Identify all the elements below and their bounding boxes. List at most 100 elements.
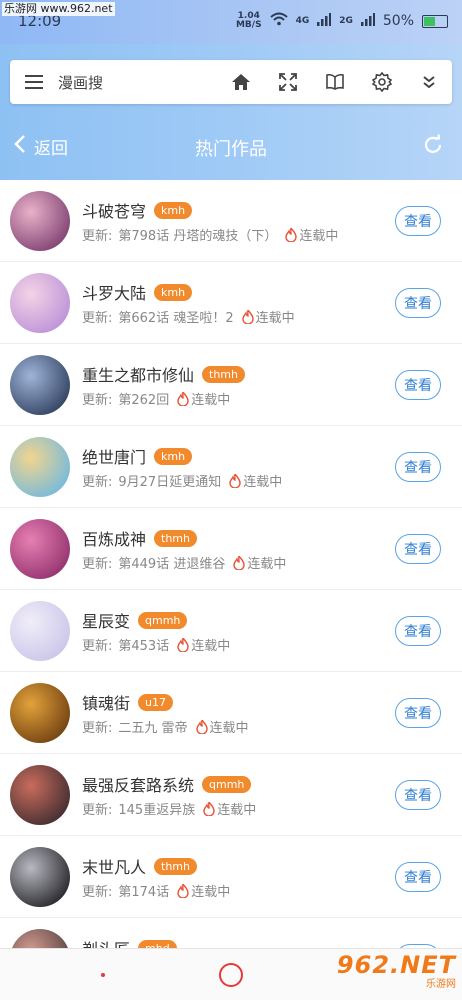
update-label: 更新: xyxy=(82,393,113,408)
view-button[interactable]: 查看 xyxy=(395,452,441,482)
flame-icon xyxy=(203,801,215,816)
update-text: 第453话 xyxy=(118,639,170,654)
title-row: 最强反套路系统 qmmh xyxy=(82,772,252,796)
list-item[interactable]: 末世凡人 thmh 更新: 第174话 连载中 查看 xyxy=(0,836,462,918)
comic-list: 斗破苍穹 kmh 更新: 第798话 丹塔的魂技（下） 连载中 查看 斗罗大陆 kmh 更新: 第… xyxy=(0,180,462,948)
logo-watermark-sub: 乐游网 xyxy=(426,979,456,990)
update-row: 更新: 第262回 连载中 xyxy=(82,389,230,408)
update-text: 二五九 雷帝 xyxy=(118,721,188,736)
cover-avatar[interactable] xyxy=(10,273,70,333)
comic-title[interactable]: 最强反套路系统 xyxy=(82,772,194,796)
update-row: 更新: 第453话 连载中 xyxy=(82,635,230,654)
view-button[interactable]: 查看 xyxy=(395,534,441,564)
cover-avatar[interactable] xyxy=(10,355,70,415)
title-row: 斗破苍穹 kmh xyxy=(82,198,193,222)
list-item[interactable]: 斗破苍穹 kmh 更新: 第798话 丹塔的魂技（下） 连载中 查看 xyxy=(0,180,462,262)
cover-avatar[interactable] xyxy=(10,601,70,661)
flame-icon xyxy=(195,719,208,734)
list-item[interactable]: 绝世唐门 kmh 更新: 9月27日延更通知 连载中 查看 xyxy=(0,426,462,508)
flame-icon xyxy=(177,637,189,652)
title-row: 百炼成神 thmh xyxy=(82,526,197,550)
list-item[interactable]: 斗罗大陆 kmh 更新: 第662话 魂圣啦！2 连载中 查看 xyxy=(0,262,462,344)
update-text: 9月27日延更通知 xyxy=(118,475,222,490)
update-text: 第262回 xyxy=(118,393,170,408)
double-chevron-down-icon[interactable] xyxy=(405,60,452,104)
search-bar[interactable]: 漫画搜 xyxy=(10,60,452,104)
page-title: 热门作品 xyxy=(195,139,267,160)
list-item[interactable]: 镇魂街 u17 更新: 二五九 雷帝 连载中 查看 xyxy=(0,672,462,754)
cover-avatar[interactable] xyxy=(10,847,70,907)
source-tag: thmh xyxy=(154,857,197,875)
serial-status: 连载中 xyxy=(191,393,231,408)
gear-icon[interactable] xyxy=(358,60,405,104)
source-tag: u17 xyxy=(138,693,173,711)
view-button[interactable]: 查看 xyxy=(395,206,441,236)
title-row: 末世凡人 thmh xyxy=(82,854,197,878)
serial-status: 连载中 xyxy=(209,721,249,736)
list-item[interactable]: 百炼成神 thmh 更新: 第449话 进退维谷 连载中 查看 xyxy=(0,508,462,590)
list-item[interactable]: 重生之都市修仙 thmh 更新: 第262回 连载中 查看 xyxy=(0,344,462,426)
site-watermark: 乐游网 www.962.net xyxy=(2,2,115,16)
list-item[interactable]: 最强反套路系统 qmmh 更新: 145重返异族 连载中 查看 xyxy=(0,754,462,836)
back-dot-icon[interactable] xyxy=(101,973,105,977)
battery-icon xyxy=(422,14,448,28)
comic-title[interactable]: 星辰变 xyxy=(82,608,130,632)
cover-avatar[interactable] xyxy=(10,191,70,251)
update-row: 更新: 第662话 魂圣啦！2 连载中 xyxy=(82,307,295,326)
fullscreen-icon[interactable] xyxy=(264,60,311,104)
comic-title[interactable]: 重生之都市修仙 xyxy=(82,362,194,386)
cover-avatar[interactable] xyxy=(10,437,70,497)
comic-title[interactable]: 剃头匠 xyxy=(82,936,130,948)
cover-avatar[interactable] xyxy=(10,683,70,743)
comic-title[interactable]: 末世凡人 xyxy=(82,854,146,878)
source-tag: thmh xyxy=(154,529,197,547)
search-input[interactable]: 漫画搜 xyxy=(58,72,217,93)
serial-status: 连载中 xyxy=(191,639,231,654)
menu-icon[interactable] xyxy=(10,60,58,104)
cover-avatar[interactable] xyxy=(10,929,70,948)
refresh-icon[interactable] xyxy=(422,134,444,160)
view-button[interactable]: 查看 xyxy=(395,370,441,400)
view-button[interactable]: 查看 xyxy=(395,862,441,892)
flame-icon xyxy=(177,391,189,406)
cover-avatar[interactable] xyxy=(10,519,70,579)
comic-title[interactable]: 斗破苍穹 xyxy=(82,198,146,222)
view-button[interactable]: 查看 xyxy=(395,698,441,728)
comic-title[interactable]: 斗罗大陆 xyxy=(82,280,146,304)
network-speed: 1.04 MB/S xyxy=(236,12,262,30)
list-item[interactable]: 剃头匠mhd查看 xyxy=(0,918,462,948)
source-tag: mhd xyxy=(138,939,177,948)
view-button[interactable]: 查看 xyxy=(395,780,441,810)
title-row: 剃头匠 mhd xyxy=(82,936,177,948)
update-label: 更新: xyxy=(82,721,113,736)
home-circle-icon[interactable] xyxy=(219,963,243,987)
comic-title[interactable]: 百炼成神 xyxy=(82,526,146,550)
comic-title[interactable]: 绝世唐门 xyxy=(82,444,146,468)
list-item[interactable]: 星辰变 qmmh 更新: 第453话 连载中 查看 xyxy=(0,590,462,672)
flame-icon xyxy=(177,883,189,898)
flame-icon xyxy=(285,227,298,242)
cover-avatar[interactable] xyxy=(10,765,70,825)
source-tag: qmmh xyxy=(202,775,252,793)
comic-title[interactable]: 镇魂街 xyxy=(82,690,130,714)
update-label: 更新: xyxy=(82,557,113,572)
serial-status: 连载中 xyxy=(191,885,231,900)
serial-status: 连载中 xyxy=(299,229,339,244)
update-row: 更新: 第798话 丹塔的魂技（下） 连载中 xyxy=(82,225,338,244)
battery-percent: 50% xyxy=(382,13,414,29)
view-button[interactable]: 查看 xyxy=(395,616,441,646)
serial-status: 连载中 xyxy=(243,475,283,490)
update-row: 更新: 145重返异族 连载中 xyxy=(82,799,256,818)
signal-4g-label: 4G xyxy=(295,16,310,26)
update-row: 更新: 9月27日延更通知 连载中 xyxy=(82,471,282,490)
status-indicators: 1.04 MB/S 4G 2G 50% xyxy=(236,12,448,30)
view-button[interactable]: 查看 xyxy=(395,288,441,318)
wifi-icon xyxy=(269,12,288,30)
home-icon[interactable] xyxy=(217,60,264,104)
title-row: 斗罗大陆 kmh xyxy=(82,280,193,304)
flame-icon xyxy=(241,309,254,324)
title-row: 绝世唐门 kmh xyxy=(82,444,193,468)
update-label: 更新: xyxy=(82,311,113,326)
source-tag: kmh xyxy=(154,283,193,301)
book-icon[interactable] xyxy=(311,60,358,104)
